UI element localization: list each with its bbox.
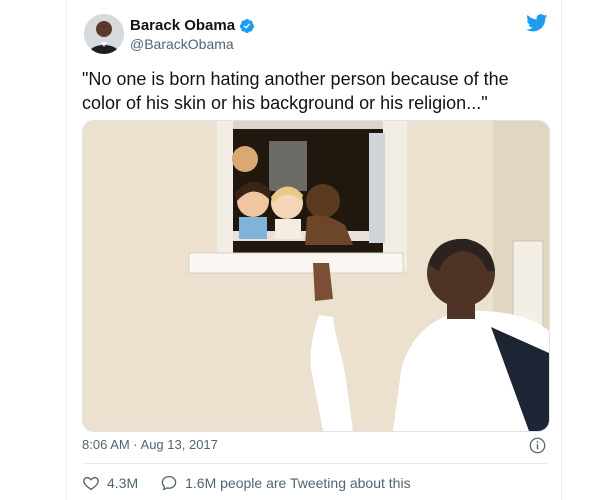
info-icon[interactable] [529, 437, 546, 454]
heart-icon [83, 476, 99, 491]
tweet-photo[interactable] [82, 120, 550, 432]
author-handle[interactable]: @BarackObama [130, 36, 234, 52]
tweet-timestamp[interactable]: 8:06 AM · Aug 13, 2017 [82, 437, 218, 452]
author-row: Barack Obama [130, 17, 255, 34]
tweet-text: "No one is born hating another person be… [82, 69, 509, 113]
like-count: 4.3M [107, 475, 139, 491]
speech-bubble-icon [161, 475, 177, 491]
verified-badge-icon [240, 18, 255, 33]
retweet-info-button[interactable]: 1.6M people are Tweeting about this [160, 474, 411, 492]
retweet-text: 1.6M people are Tweeting about this [185, 475, 411, 491]
tweet-actions: 4.3M 1.6M people are Tweeting about this [82, 474, 411, 492]
divider [82, 463, 548, 464]
like-button[interactable]: 4.3M [82, 474, 138, 492]
twitter-bird-icon[interactable] [526, 14, 548, 32]
avatar[interactable] [84, 14, 124, 54]
author-name[interactable]: Barack Obama [130, 17, 235, 34]
